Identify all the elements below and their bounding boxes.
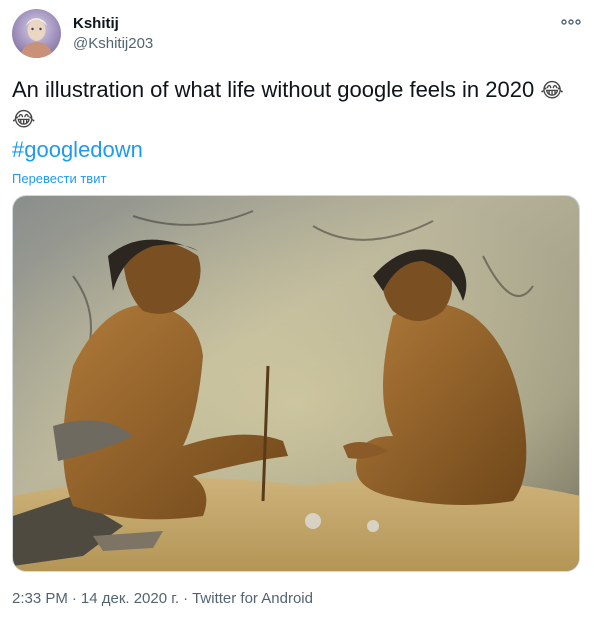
tweet-body: An illustration of what life without goo… xyxy=(12,77,535,102)
more-horizontal-icon[interactable] xyxy=(560,14,582,30)
tweet-image[interactable] xyxy=(12,195,580,572)
tweet-meta: 2:33 PM · 14 дек. 2020 г. · Twitter for Andr… xyxy=(12,590,313,607)
meta-separator: · xyxy=(71,590,77,607)
tweet-text: An illustration of what life without goo… xyxy=(12,76,587,134)
hashtag-link[interactable]: #googledown xyxy=(12,137,143,163)
tweet-source[interactable]: Twitter for Android xyxy=(192,590,313,607)
tweet-date[interactable]: 14 дек. 2020 г. xyxy=(81,590,179,607)
translate-tweet-link[interactable]: Перевести твит xyxy=(12,171,106,186)
author-handle[interactable]: @Kshitij203 xyxy=(73,35,153,52)
tweet-time[interactable]: 2:33 PM xyxy=(12,590,68,607)
laughing-crying-emoji: 😂 xyxy=(12,109,36,131)
author-name[interactable]: Kshitij xyxy=(73,15,119,32)
tweet: Kshitij @Kshitij203 An illustration of w… xyxy=(0,0,594,618)
laughing-crying-emoji: 😂 xyxy=(540,80,564,102)
avatar[interactable] xyxy=(12,9,61,58)
meta-separator: · xyxy=(183,590,189,607)
